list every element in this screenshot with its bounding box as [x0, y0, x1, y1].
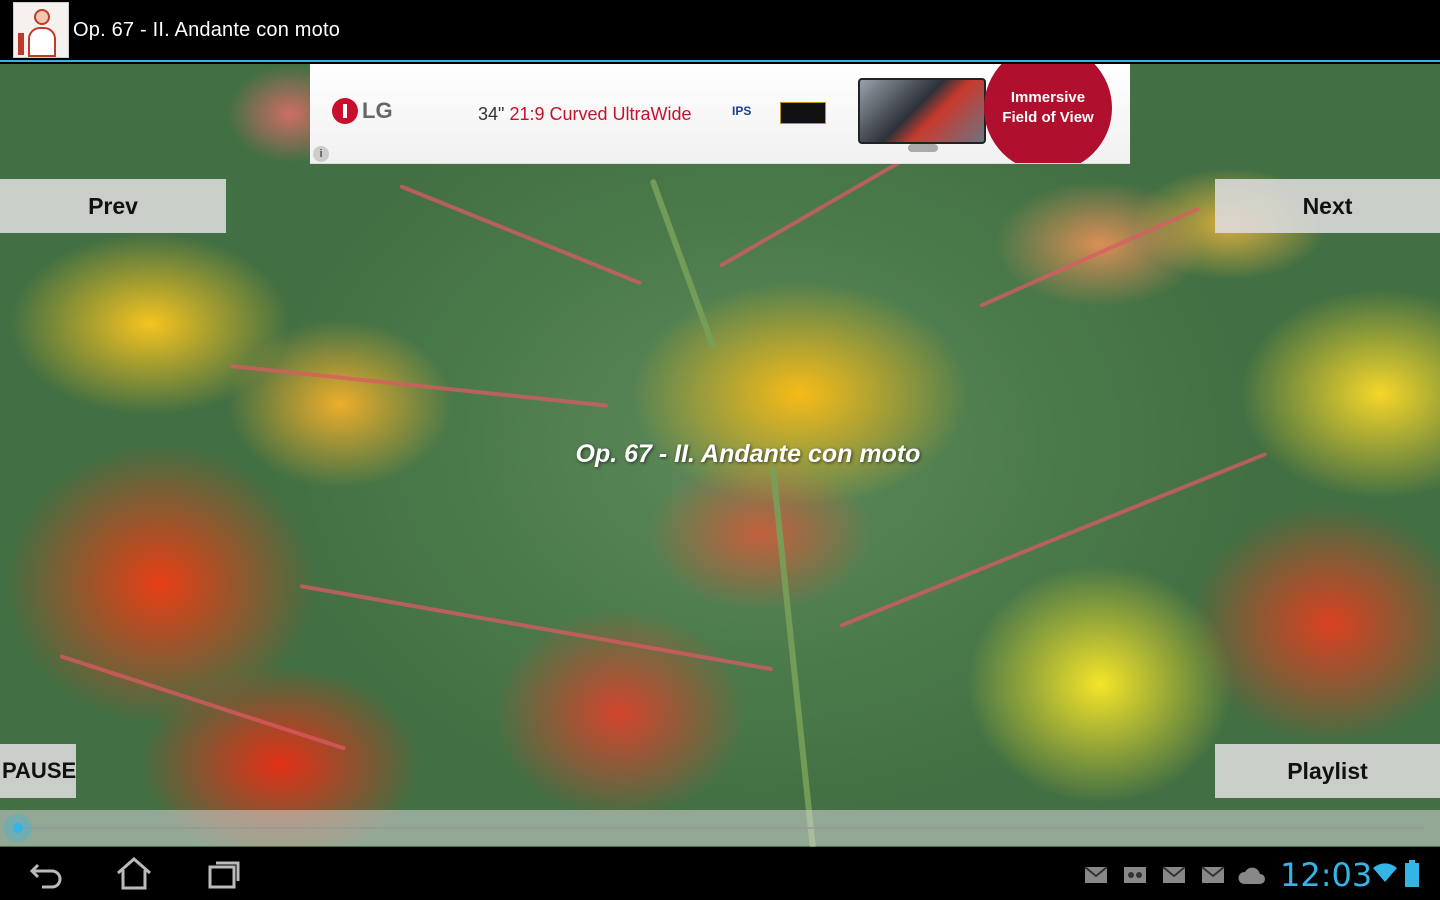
lg-logo-icon — [332, 98, 358, 124]
ad-headline-text: 21:9 Curved UltraWide — [509, 104, 692, 124]
mail-icon — [1162, 866, 1186, 883]
monitor-image — [858, 78, 986, 144]
cloud-icon — [1238, 867, 1265, 884]
now-playing-title: Op. 67 - II. Andante con moto — [575, 440, 921, 468]
recent-apps-icon[interactable] — [204, 855, 244, 891]
ad-banner[interactable]: LG 34" 21:9 Curved UltraWide IPS Immersi… — [310, 64, 1130, 164]
mail-icon — [1201, 866, 1225, 883]
ad-info-icon[interactable]: i — [313, 146, 329, 162]
app-title: Op. 67 - II. Andante con moto — [73, 18, 341, 41]
seek-track[interactable] — [18, 827, 1423, 829]
battery-icon — [1405, 860, 1419, 887]
ad-brand: LG — [362, 98, 393, 123]
app-icon[interactable] — [13, 2, 69, 58]
ad-callout-line1: Immersive — [1010, 88, 1086, 106]
ad-callout: Immersive Field of View — [984, 64, 1112, 163]
monitor-stand — [908, 144, 938, 152]
ad-headline: 34" 21:9 Curved UltraWide — [478, 104, 692, 125]
voicemail-icon — [1124, 867, 1146, 883]
back-icon[interactable] — [26, 855, 66, 891]
wifi-icon — [1373, 863, 1397, 882]
ad-callout-line2: Field of View — [1002, 109, 1094, 126]
ad-headline-prefix: 34" — [478, 104, 505, 124]
seek-thumb[interactable] — [4, 814, 32, 842]
action-bar: Op. 67 - II. Andante con moto — [0, 0, 1440, 62]
mail-icon — [1084, 866, 1108, 883]
clock: 12:03 — [1280, 856, 1373, 894]
ips-badge: IPS — [732, 104, 752, 118]
prev-button[interactable]: Prev — [0, 179, 226, 233]
home-icon[interactable] — [114, 855, 154, 891]
pause-button[interactable]: PAUSE — [0, 744, 76, 798]
playlist-button[interactable]: Playlist — [1215, 744, 1440, 798]
seek-bar[interactable] — [0, 810, 1440, 846]
resolution-badge-icon — [780, 102, 826, 124]
next-button[interactable]: Next — [1215, 179, 1440, 233]
